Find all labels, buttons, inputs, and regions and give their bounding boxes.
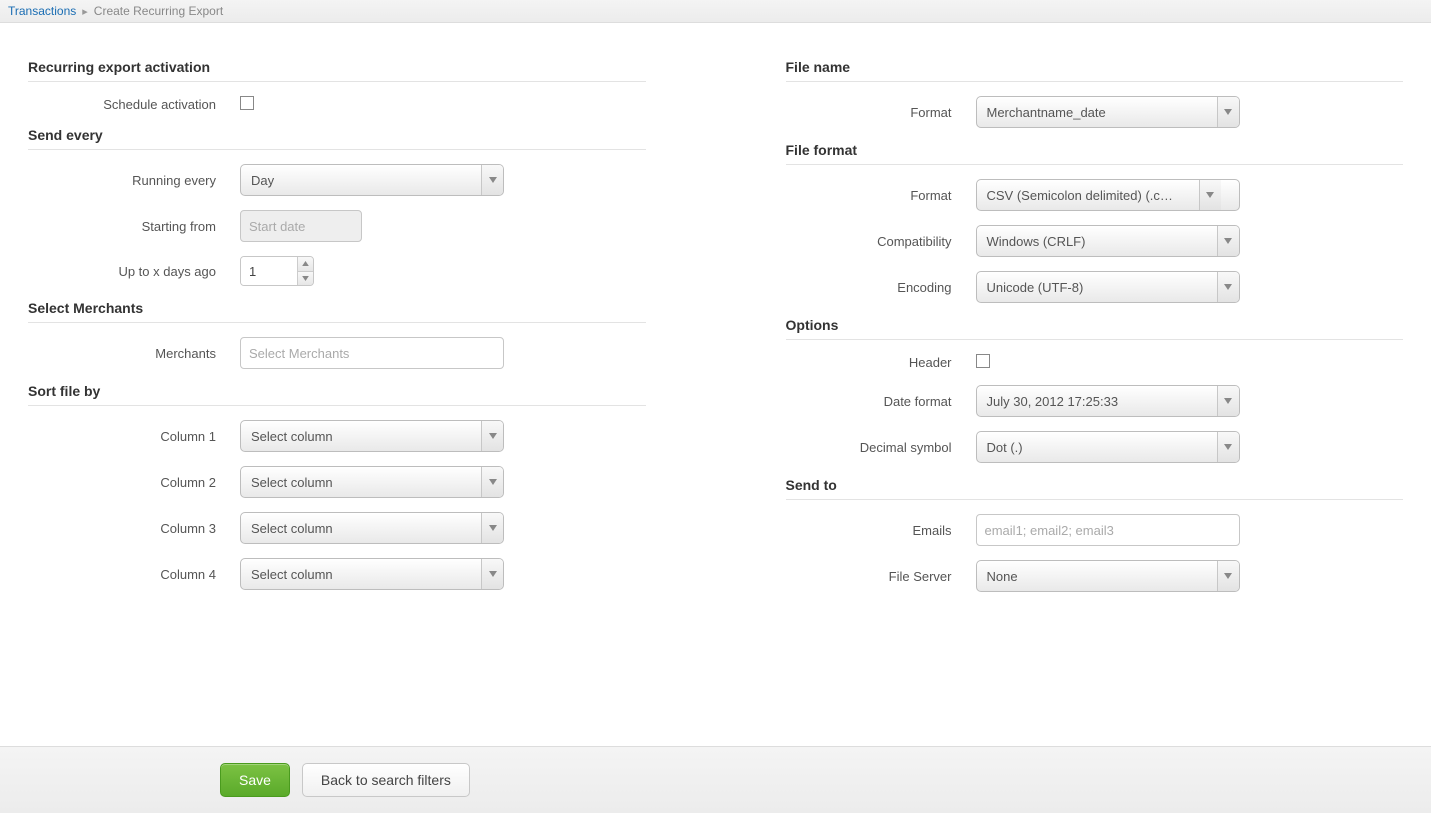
fileformat-format-select[interactable]: CSV (Semicolon delimited) (.c… <box>976 179 1240 211</box>
chevron-down-icon <box>1217 272 1239 302</box>
chevron-down-icon <box>481 559 503 589</box>
sort-col1-label: Column 1 <box>28 429 240 444</box>
chevron-down-icon <box>1217 226 1239 256</box>
starting-from-input[interactable] <box>240 210 362 242</box>
footer-bar: Save Back to search filters <box>0 746 1431 813</box>
running-every-label: Running every <box>28 173 240 188</box>
compat-label: Compatibility <box>786 234 976 249</box>
right-column: File name Format Merchantname_date File … <box>786 51 1404 606</box>
chevron-down-icon <box>481 467 503 497</box>
schedule-activation-checkbox[interactable] <box>240 96 254 110</box>
sort-col2-select[interactable]: Select column <box>240 466 504 498</box>
stepper-down-icon[interactable] <box>298 272 313 286</box>
sort-col3-label: Column 3 <box>28 521 240 536</box>
emails-input[interactable] <box>976 514 1240 546</box>
sort-col1-select[interactable]: Select column <box>240 420 504 452</box>
save-button[interactable]: Save <box>220 763 290 797</box>
section-send-every-title: Send every <box>28 127 646 150</box>
chevron-down-icon <box>481 165 503 195</box>
section-activation-title: Recurring export activation <box>28 59 646 82</box>
chevron-down-icon <box>1217 97 1239 127</box>
encoding-select[interactable]: Unicode (UTF-8) <box>976 271 1240 303</box>
back-to-filters-button[interactable]: Back to search filters <box>302 763 470 797</box>
section-merchants-title: Select Merchants <box>28 300 646 323</box>
stepper-up-icon[interactable] <box>298 257 313 272</box>
left-column: Recurring export activation Schedule act… <box>28 51 646 606</box>
header-checkbox[interactable] <box>976 354 990 368</box>
breadcrumb: Transactions ▸ Create Recurring Export <box>0 0 1431 23</box>
chevron-right-icon: ▸ <box>82 5 88 18</box>
fileformat-format-label: Format <box>786 188 976 203</box>
decimal-label: Decimal symbol <box>786 440 976 455</box>
up-to-days-label: Up to x days ago <box>28 264 240 279</box>
encoding-label: Encoding <box>786 280 976 295</box>
section-sort-title: Sort file by <box>28 383 646 406</box>
sort-col4-select[interactable]: Select column <box>240 558 504 590</box>
fileserver-select[interactable]: None <box>976 560 1240 592</box>
decimal-select[interactable]: Dot (.) <box>976 431 1240 463</box>
chevron-down-icon <box>1217 561 1239 591</box>
chevron-down-icon <box>1217 386 1239 416</box>
chevron-down-icon <box>481 513 503 543</box>
running-every-select[interactable]: Day <box>240 164 504 196</box>
breadcrumb-current: Create Recurring Export <box>94 4 223 18</box>
chevron-down-icon <box>1199 180 1221 210</box>
schedule-activation-label: Schedule activation <box>28 97 240 112</box>
sort-col4-label: Column 4 <box>28 567 240 582</box>
section-options-title: Options <box>786 317 1404 340</box>
chevron-down-icon <box>481 421 503 451</box>
section-filename-title: File name <box>786 59 1404 82</box>
filename-format-label: Format <box>786 105 976 120</box>
chevron-down-icon <box>1217 432 1239 462</box>
filename-format-select[interactable]: Merchantname_date <box>976 96 1240 128</box>
up-to-days-stepper[interactable]: 1 <box>240 256 314 286</box>
emails-label: Emails <box>786 523 976 538</box>
merchants-input[interactable] <box>240 337 504 369</box>
compat-select[interactable]: Windows (CRLF) <box>976 225 1240 257</box>
breadcrumb-parent-link[interactable]: Transactions <box>8 4 76 18</box>
fileserver-label: File Server <box>786 569 976 584</box>
section-sendto-title: Send to <box>786 477 1404 500</box>
starting-from-label: Starting from <box>28 219 240 234</box>
header-option-label: Header <box>786 355 976 370</box>
sort-col2-label: Column 2 <box>28 475 240 490</box>
sort-col3-select[interactable]: Select column <box>240 512 504 544</box>
date-format-select[interactable]: July 30, 2012 17:25:33 <box>976 385 1240 417</box>
section-fileformat-title: File format <box>786 142 1404 165</box>
date-format-label: Date format <box>786 394 976 409</box>
merchants-label: Merchants <box>28 346 240 361</box>
